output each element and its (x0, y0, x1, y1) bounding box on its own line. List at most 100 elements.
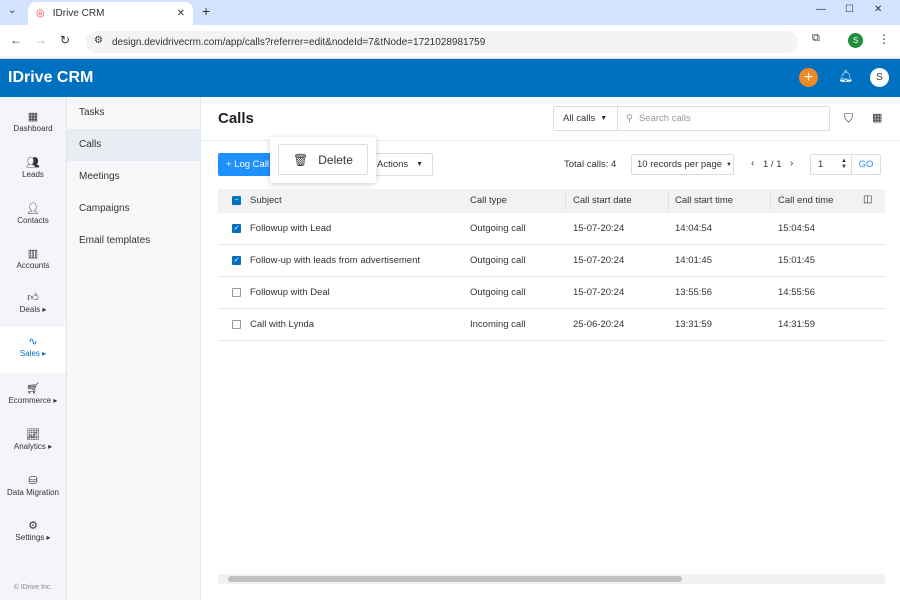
sidebar-item-deals[interactable]: 👍︎ Deals ▸ (0, 283, 66, 328)
call-filter-dropdown[interactable]: All calls ▼ (553, 106, 618, 131)
extensions-icon[interactable]: ⧉ (812, 32, 820, 45)
sidebar-item-settings[interactable]: ⚙ Settings ▸ (0, 511, 66, 556)
browser-tab[interactable]: ◎ IDrive CRM ✕ (28, 2, 193, 25)
close-window-icon[interactable]: ✕ (874, 4, 882, 15)
column-call-start-date[interactable]: Call start date (573, 189, 632, 213)
caret-down-icon: ▼ (600, 115, 608, 122)
sidebar-item-sales[interactable]: ∿ Sales ▸ (0, 327, 66, 373)
scrollbar-thumb[interactable] (228, 576, 682, 582)
contacts-icon: 👤︎ (26, 203, 40, 215)
column-call-start-time[interactable]: Call start time (675, 189, 733, 213)
actions-dropdown[interactable]: Actions ▼ (368, 153, 433, 176)
column-call-type[interactable]: Call type (470, 189, 507, 213)
url-input[interactable]: ⚙ design.devidrivecrm.com/app/calls?refe… (86, 31, 798, 53)
row-checkbox[interactable]: ✓ (232, 224, 241, 233)
page-indicator: 1 / 1 (763, 159, 782, 170)
records-per-page-dropdown[interactable]: 10 records per page ▼ (631, 154, 734, 175)
forward-icon[interactable]: → (35, 33, 47, 47)
back-icon[interactable]: ← (10, 33, 22, 47)
column-divider (770, 192, 771, 210)
delete-menu-item[interactable]: 🗑︎ Delete (278, 144, 368, 175)
sidebar-item-data-migration[interactable]: ⛁ Data Migration (0, 466, 66, 511)
row-checkbox[interactable] (232, 320, 241, 329)
cell-end: 14:31:59 (778, 319, 815, 330)
calendar-icon[interactable]: ▦ (872, 111, 882, 124)
caret-down-icon: ▼ (726, 161, 732, 168)
filter-icon[interactable]: ⛉ (844, 111, 853, 126)
user-avatar[interactable]: S (870, 68, 889, 87)
next-page-icon[interactable]: › (790, 158, 793, 169)
actions-menu: 🗑︎ Delete (270, 137, 376, 183)
new-tab-icon[interactable]: + (202, 3, 210, 19)
sidebar-item-leads[interactable]: 👥︎ Leads (0, 148, 66, 193)
cell-end: 15:01:45 (778, 255, 815, 266)
page-number-value: 1 (818, 159, 824, 170)
maximize-icon[interactable]: ☐ (845, 4, 854, 15)
idrive-crm-logo[interactable]: IDrive CRM (8, 69, 93, 87)
tab-list-icon[interactable]: ⌄ (8, 5, 16, 16)
row-divider (218, 276, 885, 277)
submenu-campaigns[interactable]: Campaigns (67, 193, 200, 225)
delete-label: Delete (318, 152, 353, 167)
sidebar-label: Data Migration (6, 488, 60, 497)
column-subject[interactable]: Subject (250, 189, 282, 213)
prev-page-icon[interactable]: ‹ (751, 158, 754, 169)
sidebar-item-ecommerce[interactable]: 🛒︎ Ecommerce ▸ (0, 374, 66, 419)
per-page-value: 10 records per page (637, 159, 723, 170)
add-icon[interactable]: + (799, 68, 818, 87)
cell-start: 13:31:59 (675, 319, 712, 330)
cell-type: Outgoing call (470, 255, 526, 266)
cell-subject[interactable]: Follow-up with leads from advertisement (250, 255, 420, 266)
profile-avatar[interactable]: S (848, 33, 863, 48)
page-number-input[interactable]: 1 ▲ ▼ (810, 154, 852, 175)
row-divider (218, 308, 885, 309)
go-button[interactable]: GO (851, 154, 881, 175)
sidebar-item-contacts[interactable]: 👤︎ Contacts (0, 194, 66, 239)
column-settings-icon[interactable]: ◫ (863, 194, 872, 205)
submenu-meetings[interactable]: Meetings (67, 161, 200, 193)
sidebar-label: Dashboard (13, 124, 53, 133)
accounts-icon: ▥ (27, 248, 39, 260)
column-call-end-time[interactable]: Call end time (778, 189, 833, 213)
idrive-favicon-icon: ◎ (36, 8, 45, 19)
horizontal-scrollbar[interactable] (218, 574, 885, 584)
log-call-button[interactable]: + Log Call (218, 153, 278, 176)
cell-subject[interactable]: Call with Lynda (250, 319, 314, 330)
sidebar-label: Ecommerce ▸ (8, 396, 58, 405)
sidebar-label: Settings ▸ (15, 533, 51, 542)
cell-subject[interactable]: Followup with Deal (250, 287, 330, 298)
sidebar-label: Leads (22, 170, 44, 179)
dashboard-icon: ▦ (27, 111, 39, 123)
sidebar-item-dashboard[interactable]: ▦ Dashboard (0, 102, 66, 147)
cell-type: Outgoing call (470, 287, 526, 298)
caret-down-icon: ▼ (416, 161, 424, 168)
sidebar-item-accounts[interactable]: ▥ Accounts (0, 239, 66, 284)
search-placeholder: Search calls (638, 113, 691, 124)
cell-subject[interactable]: Followup with Lead (250, 223, 331, 234)
cell-type: Outgoing call (470, 223, 526, 234)
submenu-tasks[interactable]: Tasks (67, 97, 200, 129)
cell-type: Incoming call (470, 319, 526, 330)
settings-icon: ⚙ (28, 520, 38, 532)
sidebar: ▦ Dashboard 👥︎ Leads 👤︎ Contacts ▥ Accounts … (0, 97, 67, 600)
browser-menu-icon[interactable]: ⋮ (878, 32, 890, 46)
notification-bell-icon[interactable]: 🔔︎ (838, 69, 853, 83)
reload-icon[interactable]: ↻ (60, 33, 70, 47)
submenu-email-templates[interactable]: Email templates (67, 225, 200, 257)
site-info-icon[interactable]: ⚙ (94, 35, 103, 46)
row-checkbox[interactable]: ✓ (232, 256, 241, 265)
total-calls: Total calls: 4 (564, 159, 617, 170)
submenu-calls[interactable]: Calls (67, 129, 200, 161)
sidebar-item-analytics[interactable]: 📈︎ Analytics ▸ (0, 420, 66, 465)
leads-icon: 👥︎ (26, 157, 40, 169)
cell-end: 15:04:54 (778, 223, 815, 234)
minimize-icon[interactable]: — (816, 4, 826, 15)
row-checkbox[interactable] (232, 288, 241, 297)
stepper-icon[interactable]: ▲ ▼ (841, 158, 847, 170)
cell-date: 15-07-20:24 (573, 223, 625, 234)
search-input[interactable]: ⚲ Search calls (617, 106, 830, 131)
close-tab-icon[interactable]: ✕ (177, 8, 185, 19)
cell-date: 25-06-20:24 (573, 319, 625, 330)
sidebar-label: Accounts (16, 261, 50, 270)
select-all-checkbox[interactable]: − (232, 196, 241, 205)
